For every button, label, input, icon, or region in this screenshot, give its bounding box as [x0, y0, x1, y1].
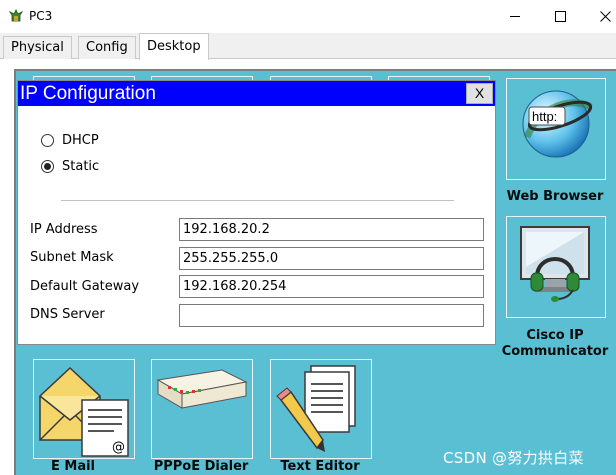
tab-desktop[interactable]: Desktop	[139, 33, 209, 60]
svg-text:http:: http:	[532, 109, 557, 124]
section-divider	[61, 200, 454, 201]
ip-configuration-window: IP Configuration X DHCP Static IP Addres…	[17, 80, 496, 345]
email-tile[interactable]: @	[33, 359, 135, 459]
web-browser-tile[interactable]: http:	[506, 78, 606, 180]
close-icon	[599, 11, 611, 22]
static-label: Static	[62, 158, 100, 174]
cisco-ip-communicator-label: Cisco IP Communicator	[501, 328, 609, 359]
window-titlebar: PC3	[0, 0, 616, 33]
globe-http-icon: http:	[522, 90, 593, 158]
monitor-headset-icon	[520, 226, 590, 302]
default-gateway-input[interactable]: 192.168.20.254	[179, 275, 484, 298]
window-title: PC3	[29, 9, 53, 23]
close-window-button[interactable]	[582, 0, 616, 33]
pppoe-dialer-label: PPPoE Dialer	[153, 459, 249, 474]
document-pencil-icon	[276, 365, 356, 452]
subnet-mask-input[interactable]: 255.255.255.0	[179, 247, 484, 270]
static-radio[interactable]	[41, 159, 54, 173]
pppoe-dialer-tile[interactable]	[151, 359, 253, 459]
dhcp-label: DHCP	[62, 132, 99, 148]
cisco-ip-communicator-tile[interactable]	[506, 216, 606, 318]
static-option[interactable]: Static	[41, 158, 99, 174]
web-browser-label: Web Browser	[506, 189, 604, 204]
dhcp-option[interactable]: DHCP	[41, 132, 99, 148]
ip-configuration-header: IP Configuration X	[18, 81, 495, 106]
text-editor-tile[interactable]	[270, 359, 372, 459]
minimize-button[interactable]	[492, 0, 538, 33]
svg-text:@: @	[112, 440, 125, 455]
tab-physical[interactable]: Physical	[3, 36, 72, 59]
modem-icon	[156, 369, 248, 409]
ip-configuration-title: IP Configuration	[20, 83, 156, 104]
maximize-button[interactable]	[537, 0, 583, 33]
minimize-icon	[509, 16, 520, 17]
csdn-watermark: CSDN @努力拱白菜	[443, 449, 584, 467]
tab-bar: Physical Config Desktop	[0, 33, 616, 60]
text-editor-label: Text Editor	[280, 459, 360, 474]
dns-server-label: DNS Server	[30, 307, 105, 322]
email-label: E Mail	[50, 459, 96, 474]
ip-address-label: IP Address	[30, 222, 98, 237]
pc-app-icon	[9, 9, 23, 22]
subnet-mask-label: Subnet Mask	[30, 250, 114, 265]
default-gateway-label: Default Gateway	[30, 279, 140, 294]
envelope-icon: @	[39, 366, 129, 457]
dns-server-input[interactable]	[179, 304, 484, 327]
tab-config[interactable]: Config	[78, 36, 136, 59]
maximize-icon	[554, 11, 566, 22]
ip-configuration-close-button[interactable]: X	[466, 83, 493, 104]
dhcp-radio[interactable]	[41, 133, 54, 147]
ip-address-input[interactable]: 192.168.20.2	[179, 218, 484, 241]
